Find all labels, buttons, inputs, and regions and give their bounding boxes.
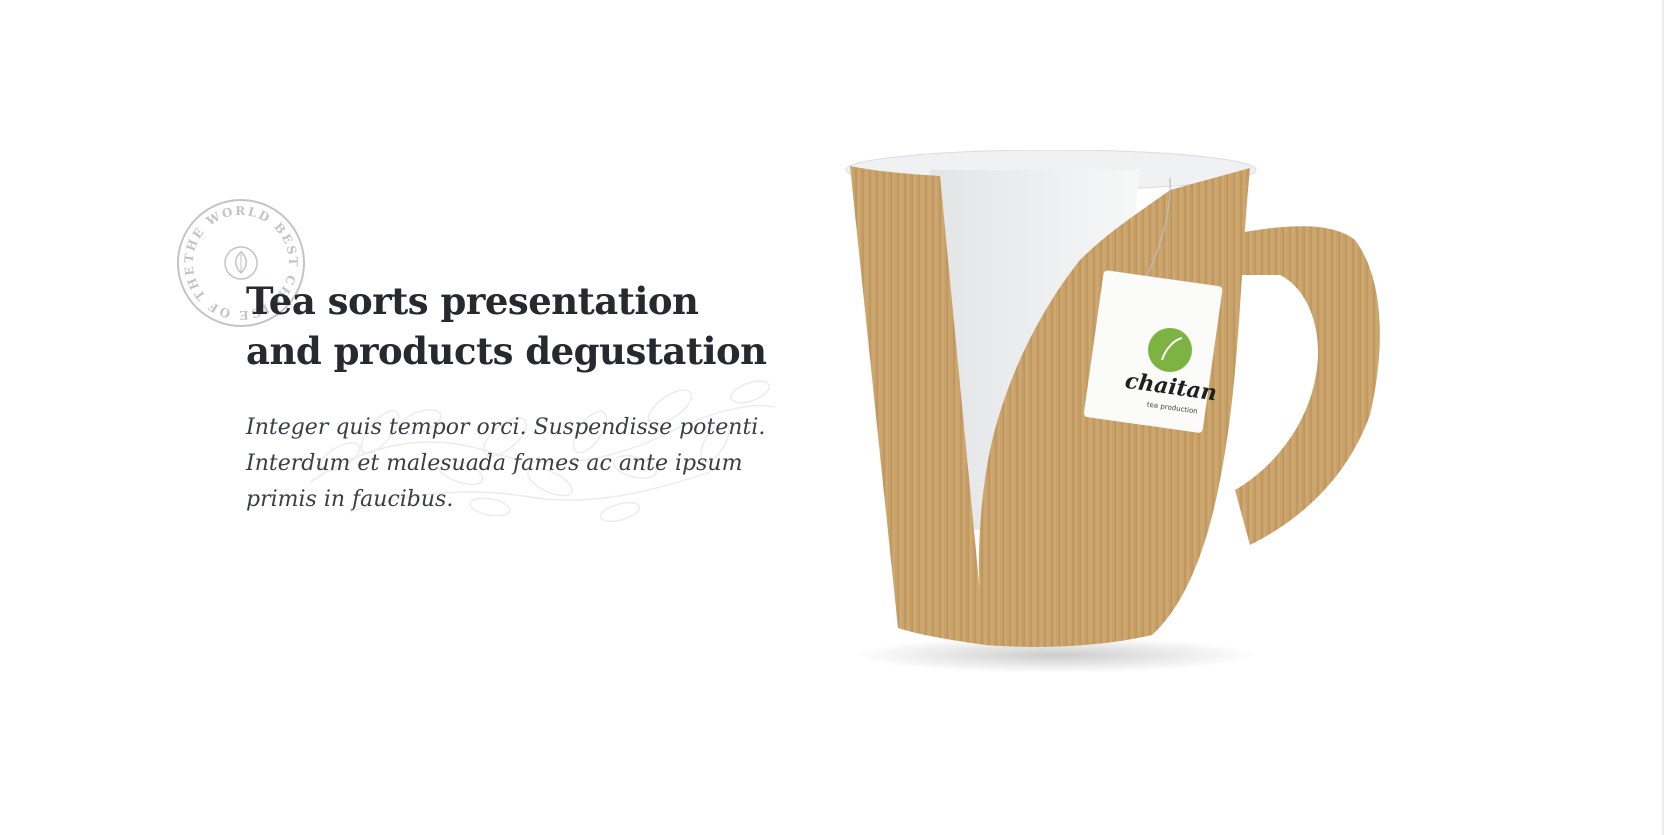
page-title-line-2: and products degustation xyxy=(246,329,767,373)
tea-leaf-icon xyxy=(224,246,258,280)
intro-paragraph: Integer quis tempor orci. Suspendisse po… xyxy=(246,410,766,518)
intro-line-1: Integer quis tempor orci. Suspendisse po… xyxy=(246,415,766,440)
tea-tag: chaitan tea production xyxy=(1083,270,1223,433)
page-title: Tea sorts presentation and products degu… xyxy=(246,276,767,376)
product-mug-image: chaitan tea production xyxy=(840,150,1420,710)
intro-line-3: primis in faucibus. xyxy=(246,487,454,512)
hero-section: THE WORLD BEST CHOICE OF THE TEA Tea sor… xyxy=(0,0,1664,835)
page-title-line-1: Tea sorts presentation xyxy=(246,279,699,323)
intro-line-2: Interdum et malesuada fames ac ante ipsu… xyxy=(246,451,743,476)
